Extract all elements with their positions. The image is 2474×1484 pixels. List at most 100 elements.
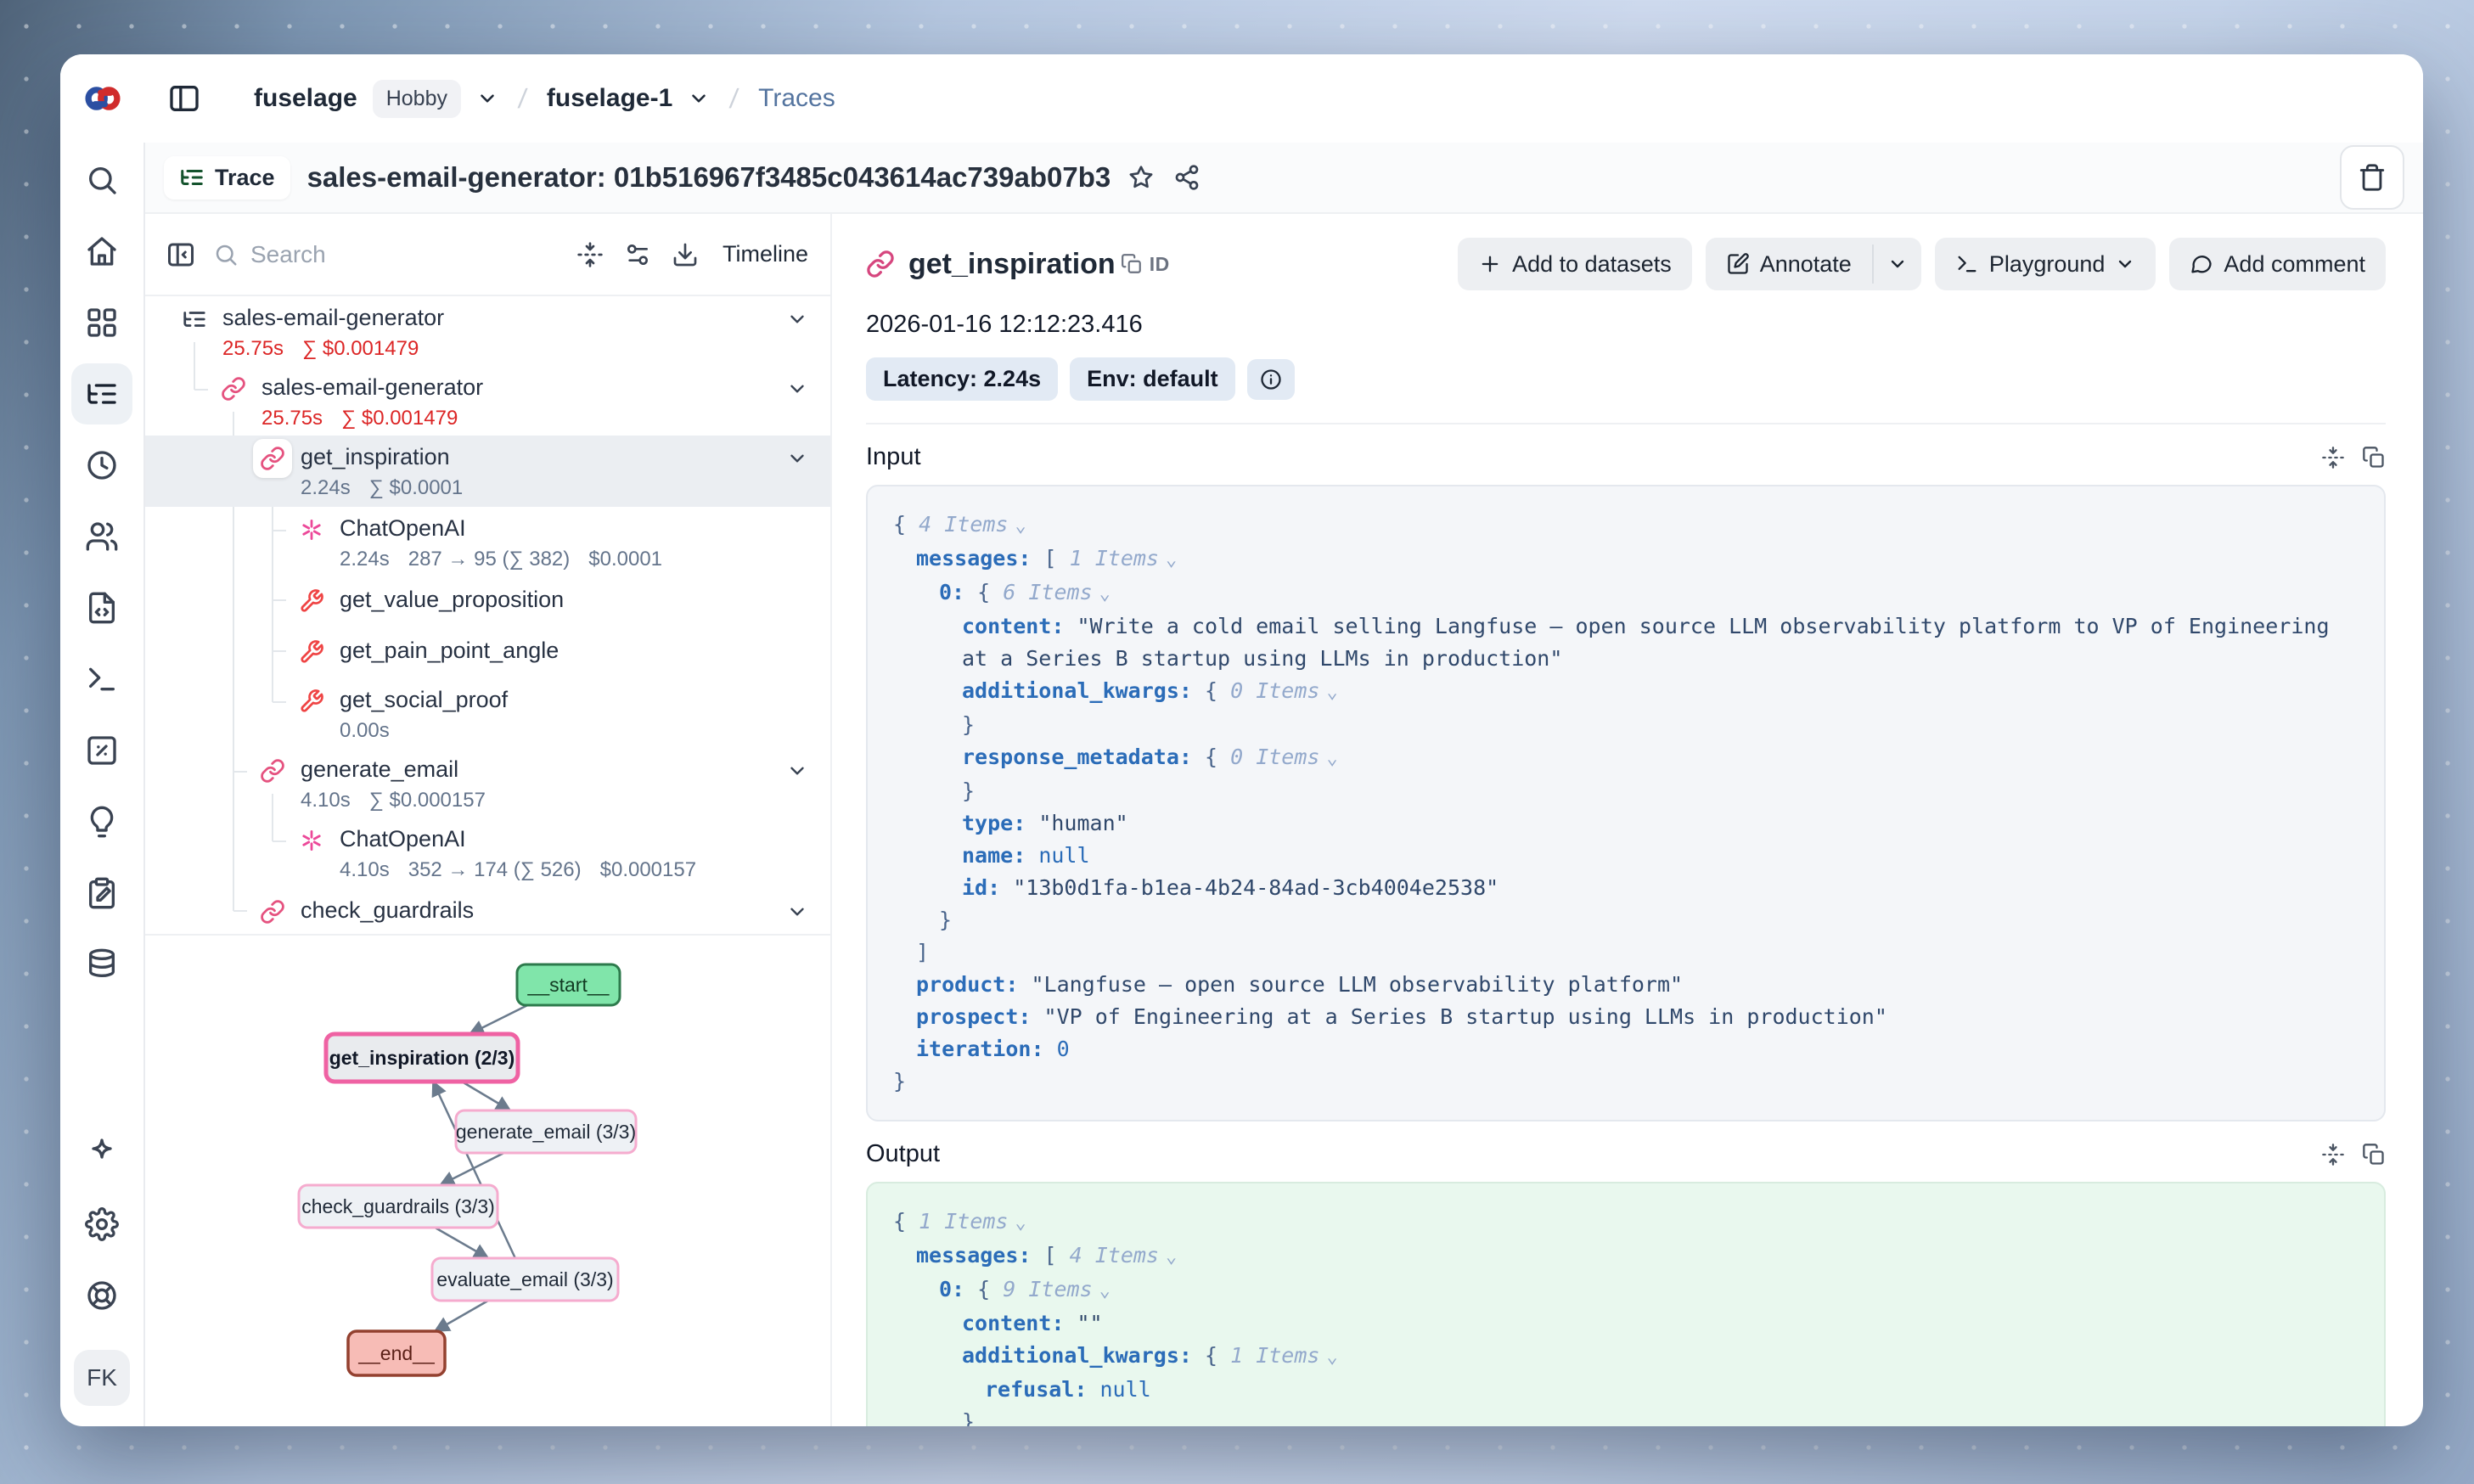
sidebar-toggle-icon[interactable] bbox=[167, 82, 201, 115]
delete-trace-button[interactable] bbox=[2340, 145, 2404, 210]
json-line: refusal: null bbox=[893, 1374, 2359, 1406]
json-line: content: "" bbox=[893, 1307, 2359, 1340]
json-collapse-chevron-icon[interactable]: ⌄ bbox=[1166, 1246, 1177, 1268]
svg-text:get_inspiration (2/3): get_inspiration (2/3) bbox=[329, 1047, 515, 1069]
json-collapse-chevron-icon[interactable]: ⌄ bbox=[1099, 1280, 1110, 1301]
playground-button[interactable]: Playground bbox=[1935, 238, 2156, 290]
user-avatar[interactable]: FK bbox=[74, 1350, 130, 1406]
sidebar-item-tracing[interactable] bbox=[71, 363, 132, 424]
graph-node-check_guardrails[interactable]: check_guardrails (3/3) bbox=[299, 1185, 498, 1228]
org-logo[interactable] bbox=[60, 76, 145, 121]
svg-text:check_guardrails (3/3): check_guardrails (3/3) bbox=[301, 1195, 495, 1217]
collapse-json-icon[interactable] bbox=[2321, 1143, 2345, 1166]
copy-icon[interactable] bbox=[2362, 446, 2386, 469]
row-collapse-chevron-icon[interactable] bbox=[786, 378, 808, 400]
chevron-down-icon bbox=[1887, 254, 1908, 274]
collapse-json-icon[interactable] bbox=[2321, 446, 2345, 469]
graph-node-get_inspiration[interactable]: get_inspiration (2/3) bbox=[326, 1034, 518, 1082]
download-icon[interactable] bbox=[672, 241, 699, 268]
row-collapse-chevron-icon[interactable] bbox=[786, 760, 808, 782]
graph-node-start[interactable]: __start__ bbox=[517, 964, 620, 1005]
json-collapse-chevron-icon[interactable]: ⌄ bbox=[1326, 748, 1337, 769]
json-collapse-chevron-icon[interactable]: ⌄ bbox=[1326, 1346, 1337, 1368]
tree-row-ChatOpenAI[interactable]: ChatOpenAI2.24s287 → 95 (∑ 382)$0.0001 bbox=[145, 507, 830, 576]
json-line: additional_kwargs: { 0 Items⌄ bbox=[893, 675, 2359, 709]
sidebar-item-playground[interactable] bbox=[71, 649, 132, 710]
sidebar-item-datasets[interactable] bbox=[71, 934, 132, 995]
json-collapse-chevron-icon[interactable]: ⌄ bbox=[1015, 1212, 1026, 1234]
graph-edge-generate_email-check_guardrails bbox=[440, 1153, 503, 1185]
bookmark-star-icon[interactable] bbox=[1127, 164, 1155, 191]
sidebar-item-annotation-queues[interactable] bbox=[71, 863, 132, 924]
row-collapse-chevron-icon[interactable] bbox=[786, 901, 808, 923]
tree-row-metrics: 2.24s287 → 95 (∑ 382)$0.0001 bbox=[340, 548, 662, 571]
json-collapse-chevron-icon[interactable]: ⌄ bbox=[1099, 583, 1110, 604]
tree-row-get_pain_point_angle[interactable]: get_pain_point_angle bbox=[145, 627, 830, 678]
timeline-toggle[interactable]: Timeline bbox=[723, 241, 808, 267]
tree-row-label: check_guardrails bbox=[301, 897, 474, 924]
annotate-button-group: Annotate bbox=[1706, 238, 1921, 290]
graph-edge-check_guardrails-evaluate_email bbox=[435, 1228, 488, 1258]
sidebar-item-home[interactable] bbox=[71, 221, 132, 282]
annotate-dropdown-chevron[interactable] bbox=[1874, 238, 1921, 290]
sidebar-item-search[interactable] bbox=[71, 149, 132, 211]
tree-search[interactable] bbox=[213, 241, 559, 268]
sidebar-item-prompts[interactable] bbox=[71, 577, 132, 638]
observation-title: get_inspiration bbox=[908, 248, 1116, 281]
sidebar-item-dashboards[interactable] bbox=[71, 292, 132, 353]
json-line: messages: [ 4 Items⌄ bbox=[893, 1239, 2359, 1273]
json-collapse-chevron-icon[interactable]: ⌄ bbox=[1326, 682, 1337, 703]
json-line: } bbox=[893, 775, 2359, 807]
plan-badge: Hobby bbox=[373, 80, 461, 118]
tree-row-get_social_proof[interactable]: get_social_proof0.00s bbox=[145, 678, 830, 748]
sidebar-item-insights[interactable] bbox=[71, 791, 132, 852]
tree-row-label: generate_email bbox=[301, 756, 458, 783]
info-icon bbox=[1259, 368, 1283, 391]
add-comment-button[interactable]: Add comment bbox=[2169, 238, 2386, 290]
project-switcher-chevron-icon[interactable] bbox=[688, 87, 710, 110]
svg-text:__start__: __start__ bbox=[527, 974, 610, 996]
input-json-viewer: { 4 Items⌄messages: [ 1 Items⌄0: { 6 Ite… bbox=[866, 485, 2386, 1121]
breadcrumb-org[interactable]: fuselage bbox=[254, 84, 357, 113]
tree-row-sales-email-generator[interactable]: sales-email-generator25.75s∑ $0.001479 bbox=[145, 296, 830, 366]
sidebar-item-settings[interactable] bbox=[71, 1194, 132, 1255]
json-line: { 4 Items⌄ bbox=[893, 509, 2359, 542]
info-badge[interactable] bbox=[1247, 359, 1295, 400]
collapse-panel-icon[interactable] bbox=[166, 239, 196, 270]
latency-badge: Latency: 2.24s bbox=[866, 357, 1058, 401]
tree-row-get_value_proposition[interactable]: get_value_proposition bbox=[145, 576, 830, 627]
tree-row-check_guardrails[interactable]: check_guardrails bbox=[145, 887, 830, 934]
sidebar-item-upgrade[interactable] bbox=[71, 1122, 132, 1183]
top-bar: fuselage Hobby / fuselage-1 / Traces bbox=[60, 54, 2423, 143]
share-icon[interactable] bbox=[1173, 164, 1200, 191]
graph-node-evaluate_email[interactable]: evaluate_email (3/3) bbox=[432, 1258, 618, 1301]
tree-row-metrics: 0.00s bbox=[340, 719, 390, 743]
graph-node-end[interactable]: __end__ bbox=[348, 1331, 445, 1375]
json-line: id: "13b0d1fa-b1ea-4b24-84ad-3cb4004e253… bbox=[893, 872, 2359, 904]
sidebar-item-sessions[interactable] bbox=[71, 435, 132, 496]
row-collapse-chevron-icon[interactable] bbox=[786, 447, 808, 469]
graph-node-generate_email[interactable]: generate_email (3/3) bbox=[456, 1110, 636, 1153]
tree-search-input[interactable] bbox=[250, 241, 505, 268]
json-collapse-chevron-icon[interactable]: ⌄ bbox=[1166, 549, 1177, 571]
add-to-datasets-button[interactable]: Add to datasets bbox=[1458, 238, 1692, 290]
view-settings-icon[interactable] bbox=[624, 241, 651, 268]
sidebar-item-users[interactable] bbox=[71, 506, 132, 567]
json-collapse-chevron-icon[interactable]: ⌄ bbox=[1015, 515, 1026, 537]
row-collapse-chevron-icon[interactable] bbox=[786, 308, 808, 330]
tree-row-sales-email-generator[interactable]: sales-email-generator25.75s∑ $0.001479 bbox=[145, 366, 830, 436]
tree-row-get_inspiration[interactable]: get_inspiration2.24s∑ $0.0001 bbox=[145, 436, 830, 507]
breadcrumb-project[interactable]: fuselage-1 bbox=[547, 84, 672, 113]
org-switcher-chevron-icon[interactable] bbox=[476, 87, 498, 110]
sidebar-item-evaluation[interactable] bbox=[71, 720, 132, 781]
sidebar-item-support[interactable] bbox=[71, 1265, 132, 1326]
breadcrumb-section[interactable]: Traces bbox=[758, 84, 835, 113]
annotate-button[interactable]: Annotate bbox=[1706, 238, 1872, 290]
json-line: type: "human" bbox=[893, 807, 2359, 840]
tree-row-ChatOpenAI[interactable]: ChatOpenAI4.10s352 → 174 (∑ 526)$0.00015… bbox=[145, 818, 830, 887]
tree-toolbar: Timeline bbox=[145, 214, 830, 296]
collapse-all-icon[interactable] bbox=[576, 241, 604, 268]
copy-id-control[interactable]: ID bbox=[1121, 253, 1170, 276]
tree-row-generate_email[interactable]: generate_email4.10s∑ $0.000157 bbox=[145, 748, 830, 818]
copy-icon[interactable] bbox=[2362, 1143, 2386, 1166]
